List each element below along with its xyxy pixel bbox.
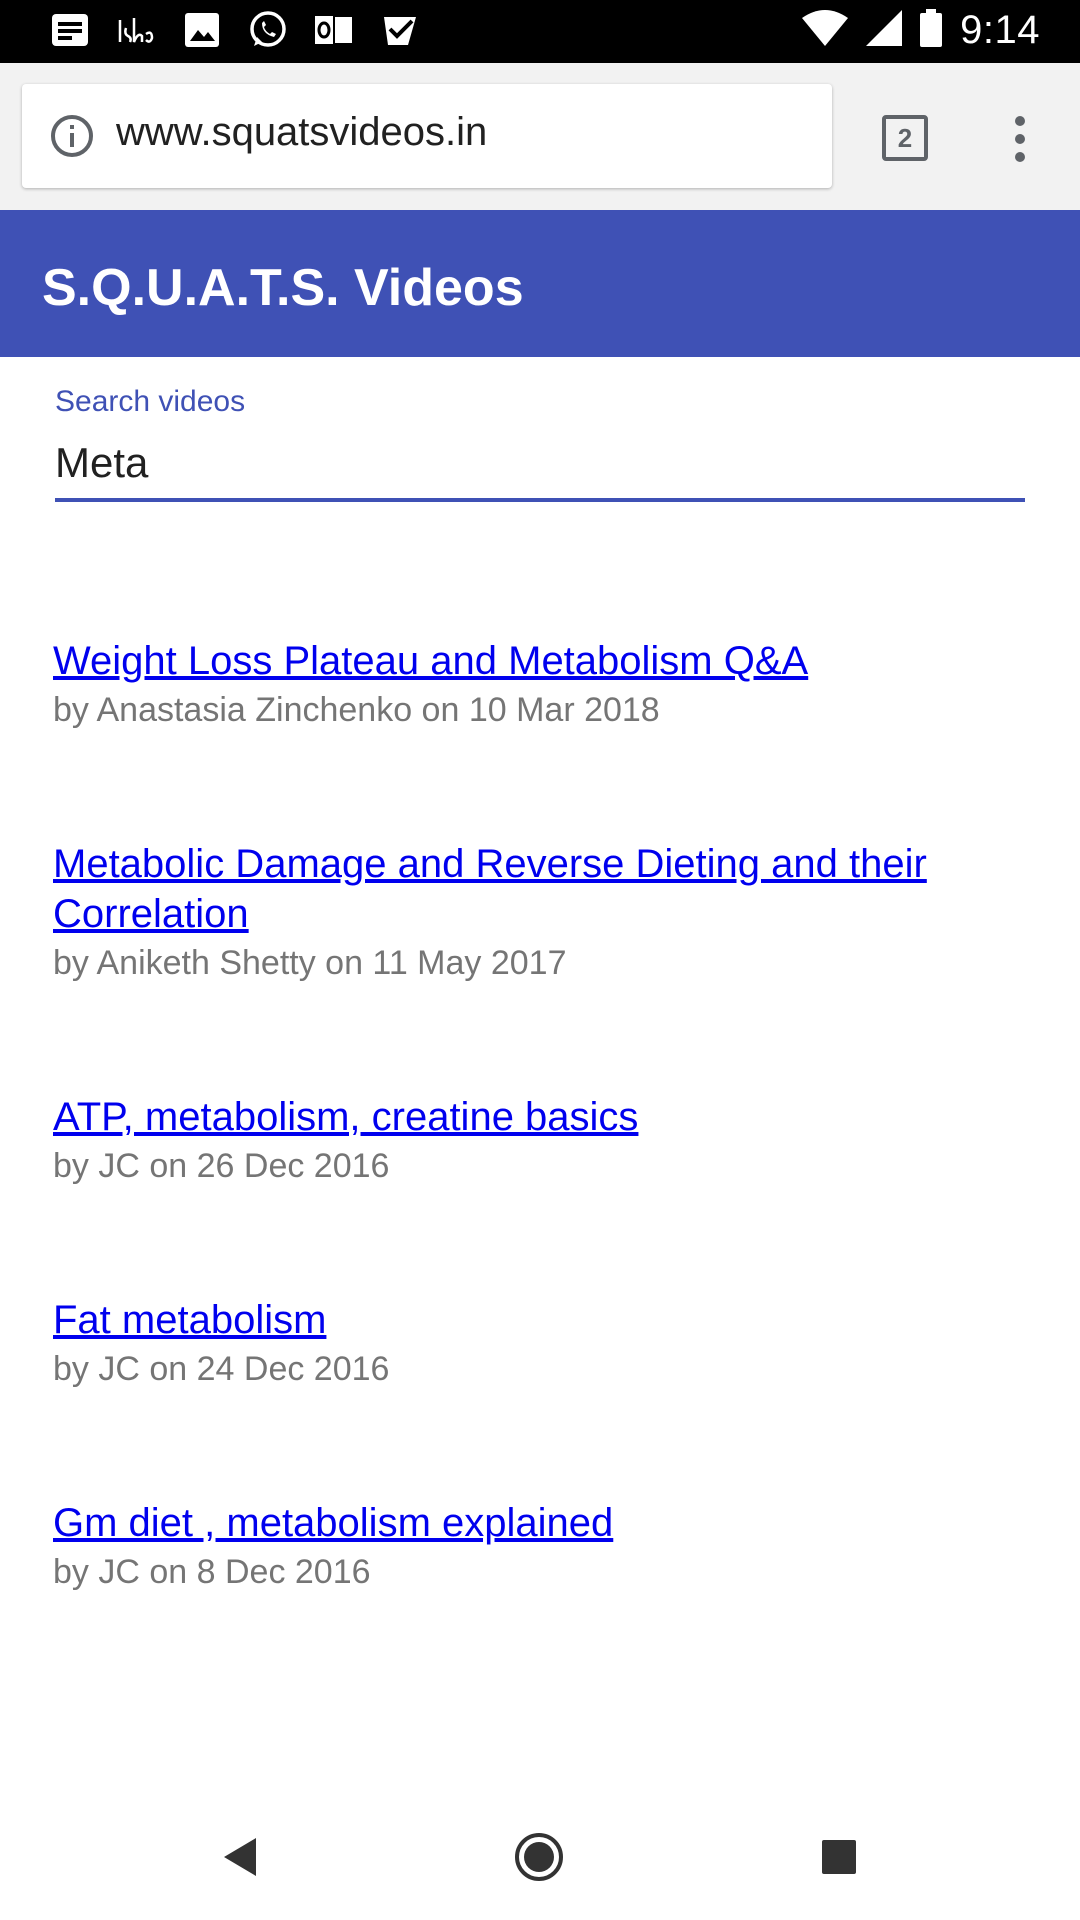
video-link[interactable]: Metabolic Damage and Reverse Dieting and…: [53, 839, 1013, 939]
browser-toolbar: www.squatsvideos.in 2: [0, 63, 1080, 210]
address-bar[interactable]: www.squatsvideos.in: [22, 84, 832, 188]
outlook-icon: [314, 10, 354, 50]
checkmark-icon: [380, 10, 420, 50]
list-item: Metabolic Damage and Reverse Dieting and…: [53, 839, 1013, 987]
video-meta: by JC on 26 Dec 2016: [53, 1147, 390, 1185]
tab-switcher-icon[interactable]: 2: [882, 115, 928, 161]
recents-icon[interactable]: [822, 1840, 856, 1874]
info-icon[interactable]: [50, 114, 94, 158]
video-meta: by Anastasia Zinchenko on 10 Mar 2018: [53, 691, 660, 729]
wifi-icon: [802, 10, 849, 51]
clock: 9:14: [960, 8, 1040, 52]
whatsapp-icon: [248, 10, 288, 50]
page-title: S.Q.U.A.T.S. Videos: [42, 259, 524, 317]
app-header: S.Q.U.A.T.S. Videos: [0, 210, 1080, 357]
search-label: Search videos: [55, 385, 246, 418]
status-bar: 9:14: [0, 0, 1080, 63]
search-input[interactable]: [55, 428, 1025, 502]
video-meta: by Aniketh Shetty on 11 May 2017: [53, 944, 567, 982]
isha-icon: [116, 10, 156, 50]
system-nav-bar: [0, 1800, 1080, 1920]
home-icon[interactable]: [514, 1832, 564, 1882]
results-list: Weight Loss Plateau and Metabolism Q&A b…: [53, 636, 1013, 1596]
list-item: Gm diet , metabolism explained by JC on …: [53, 1498, 1013, 1596]
overflow-menu-icon[interactable]: [1000, 115, 1040, 165]
list-item: ATP, metabolism, creatine basics by JC o…: [53, 1092, 1013, 1190]
video-meta: by JC on 24 Dec 2016: [53, 1350, 390, 1388]
battery-icon: [920, 9, 943, 52]
video-link[interactable]: Gm diet , metabolism explained: [53, 1498, 1013, 1548]
back-icon[interactable]: [222, 1836, 258, 1878]
notification-icons: [50, 10, 420, 50]
image-icon: [182, 10, 222, 50]
video-link[interactable]: Fat metabolism: [53, 1295, 1013, 1345]
notes-icon: [50, 10, 90, 50]
system-status: 9:14: [802, 8, 1040, 53]
list-item: Weight Loss Plateau and Metabolism Q&A b…: [53, 636, 1013, 734]
video-meta: by JC on 8 Dec 2016: [53, 1553, 371, 1591]
video-link[interactable]: Weight Loss Plateau and Metabolism Q&A: [53, 636, 1013, 686]
url-text[interactable]: www.squatsvideos.in: [116, 110, 487, 155]
signal-icon: [866, 10, 903, 51]
list-item: Fat metabolism by JC on 24 Dec 2016: [53, 1295, 1013, 1393]
tab-count: 2: [897, 122, 913, 153]
video-link[interactable]: ATP, metabolism, creatine basics: [53, 1092, 1013, 1142]
